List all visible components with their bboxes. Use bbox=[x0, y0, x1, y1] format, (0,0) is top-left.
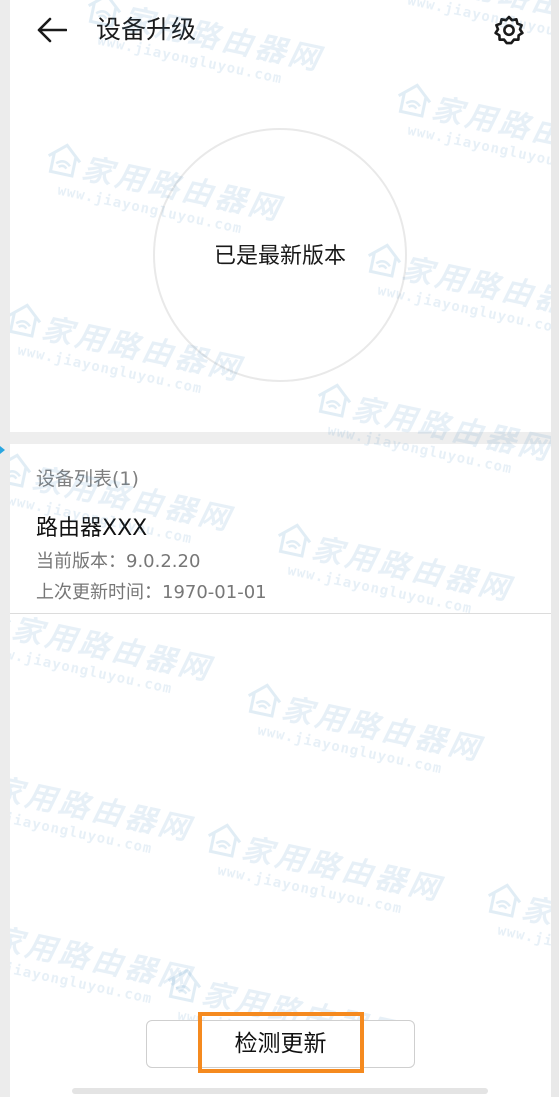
watermark-brand: 家用路由器网 bbox=[429, 91, 551, 169]
watermark: 家用路由器网 www.jiayongluyou.com bbox=[386, 0, 551, 55]
watermark-url: www.jiayongluyou.com bbox=[375, 282, 551, 338]
settings-button[interactable] bbox=[492, 13, 526, 47]
watermark-url: www.jiayongluyou.com bbox=[405, 0, 551, 48]
watermark-url: www.jiayongluyou.com bbox=[10, 952, 154, 1008]
watermark-brand: 家用路由器网 bbox=[10, 771, 196, 849]
watermark: 家用路由器网 www.jiayongluyou.com bbox=[10, 905, 198, 1014]
watermark: 家用路由器网 www.jiayongluyou.com bbox=[196, 815, 447, 924]
edge-marker bbox=[0, 446, 5, 454]
house-wifi-icon bbox=[270, 517, 317, 564]
watermark-brand: 家用路由器网 bbox=[349, 391, 551, 469]
watermark-url: www.jiayongluyou.com bbox=[285, 562, 474, 618]
watermark-brand: 家用路由器网 bbox=[519, 891, 551, 969]
watermark-brand: 家用路由器网 bbox=[239, 831, 446, 909]
left-gutter bbox=[0, 0, 10, 1097]
watermark: 家用路由器网 www.jiayongluyou.com bbox=[306, 375, 551, 484]
arrow-left-icon bbox=[37, 17, 67, 43]
watermark-url: www.jiayongluyou.com bbox=[255, 722, 444, 778]
watermark-brand: 家用路由器网 bbox=[10, 611, 216, 689]
last-update-text: 上次更新时间：1970-01-01 bbox=[36, 582, 267, 603]
watermark-brand: 家用路由器网 bbox=[279, 691, 486, 769]
watermark: 家用路由器网 www.jiayongluyou.com bbox=[10, 595, 218, 704]
watermark-url: www.jiayongluyou.com bbox=[495, 922, 551, 978]
house-wifi-icon bbox=[160, 962, 207, 1009]
row-divider bbox=[10, 613, 551, 614]
house-wifi-icon bbox=[10, 597, 18, 644]
navigation-bar bbox=[72, 1088, 488, 1094]
watermark: 家用路由器网 www.jiayongluyou.com bbox=[386, 75, 551, 184]
house-wifi-icon bbox=[480, 877, 527, 924]
house-wifi-icon bbox=[10, 447, 38, 494]
status-text: 已是最新版本 bbox=[213, 244, 346, 269]
watermark: 家用路由器网 www.jiayongluyou.com bbox=[236, 675, 487, 784]
right-gutter bbox=[551, 0, 559, 1097]
watermark-brand: 家用路由器网 bbox=[399, 251, 551, 329]
watermark-brand: 家用路由器网 bbox=[10, 921, 196, 999]
watermark-brand: 家用路由器网 bbox=[309, 531, 516, 609]
watermark: 家用路由器网 www.jiayongluyou.com bbox=[476, 875, 551, 984]
watermark-url: www.jiayongluyou.com bbox=[215, 862, 404, 918]
watermark-brand: 家用路由器网 bbox=[429, 0, 551, 38]
current-version-text: 当前版本：9.0.2.20 bbox=[36, 551, 201, 572]
watermark: 家用路由器网 www.jiayongluyou.com bbox=[10, 755, 198, 864]
device-list-header: 设备列表(1) bbox=[36, 468, 139, 490]
house-wifi-icon bbox=[390, 77, 437, 124]
back-button[interactable] bbox=[36, 14, 68, 46]
watermark-url: www.jiayongluyou.com bbox=[10, 802, 154, 858]
device-name: 路由器XXX bbox=[36, 516, 148, 541]
house-wifi-icon bbox=[10, 297, 48, 344]
gear-icon bbox=[494, 15, 524, 45]
watermark: 家用路由器网 www.jiayongluyou.com bbox=[266, 515, 517, 624]
watermark-url: www.jiayongluyou.com bbox=[405, 122, 551, 178]
check-update-label[interactable]: 检测更新 bbox=[146, 1027, 415, 1061]
device-upgrade-screen: 设备升级 已是最新版本 设备列表(1) 路由器XXX 当前版本：9.0.2.20… bbox=[10, 0, 551, 1097]
house-wifi-icon bbox=[200, 817, 247, 864]
house-wifi-icon bbox=[40, 137, 87, 184]
page-title: 设备升级 bbox=[96, 15, 197, 44]
watermark-url: www.jiayongluyou.com bbox=[10, 642, 174, 698]
house-wifi-icon bbox=[310, 377, 357, 424]
section-divider bbox=[10, 432, 551, 444]
house-wifi-icon bbox=[240, 677, 287, 724]
